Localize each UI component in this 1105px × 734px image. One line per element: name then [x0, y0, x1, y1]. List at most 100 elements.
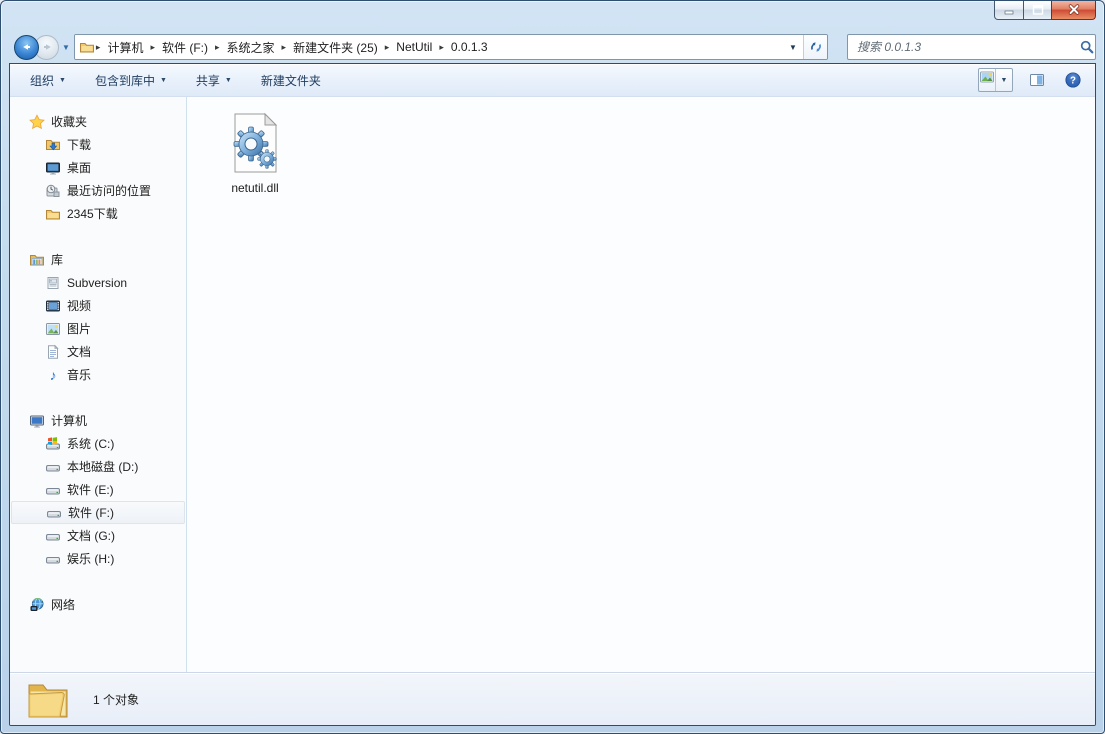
drive-icon [45, 528, 61, 544]
sidebar-item-label: 桌面 [67, 159, 91, 176]
back-button[interactable] [14, 35, 39, 60]
preview-pane-button[interactable] [1025, 69, 1049, 91]
forward-arrow-icon [39, 39, 55, 55]
breadcrumb-item[interactable]: 计算机 [101, 39, 149, 56]
sidebar-item[interactable]: 2345下载 [10, 202, 186, 225]
music-icon: ♪ [45, 367, 61, 383]
refresh-icon [808, 39, 824, 55]
maximize-icon [1030, 2, 1046, 18]
sidebar-item[interactable]: 图片 [10, 317, 186, 340]
sidebar-section-header[interactable]: 收藏夹 [10, 110, 186, 133]
content-area: 收藏夹下载桌面最近访问的位置 2345下载库 Subversion 视频图片文档♪音乐… [10, 97, 1095, 672]
sidebar-item[interactable]: 视频 [10, 294, 186, 317]
breadcrumb: ▸计算机▸软件 (F:)▸系统之家▸新建文件夹 (25)▸NetUtil▸0.0… [75, 35, 783, 59]
sidebar-item-label: 下载 [67, 136, 91, 153]
toolbar-button-label: 包含到库中 [95, 72, 155, 89]
network-icon [29, 597, 45, 613]
refresh-button[interactable] [803, 35, 827, 59]
svg-text:?: ? [1070, 76, 1076, 87]
sidebar-item[interactable]: 娱乐 (H:) [10, 547, 186, 570]
sidebar-item-label: 软件 (E:) [67, 481, 114, 498]
sidebar-section: 收藏夹下载桌面最近访问的位置 2345下载 [10, 110, 186, 225]
sidebar-item-label: 娱乐 (H:) [67, 550, 114, 567]
command-toolbar: 组织▼ 包含到库中 ▼ 共享 ▼ 新建文件夹 ▼ ? [10, 64, 1095, 97]
toolbar-button[interactable]: 共享 ▼ [186, 67, 242, 94]
sidebar-item[interactable]: 桌面 [10, 156, 186, 179]
maximize-button[interactable] [1023, 1, 1052, 20]
breadcrumb-item[interactable]: 新建文件夹 (25) [287, 39, 384, 56]
pictures-icon [45, 321, 61, 337]
sidebar-section: 库 Subversion 视频图片文档♪音乐 [10, 248, 186, 386]
sidebar-item-label: 系统 (C:) [67, 435, 114, 452]
client-area: 组织▼ 包含到库中 ▼ 共享 ▼ 新建文件夹 ▼ ? [9, 63, 1096, 726]
close-button[interactable] [1051, 1, 1096, 20]
drive-icon [45, 551, 61, 567]
window-controls [994, 1, 1096, 20]
address-bar[interactable]: ▸计算机▸软件 (F:)▸系统之家▸新建文件夹 (25)▸NetUtil▸0.0… [74, 34, 828, 60]
sidebar-item-label: 最近访问的位置 [67, 182, 151, 199]
chevron-down-icon: ▼ [160, 77, 167, 84]
sidebar-item[interactable]: Subversion [10, 271, 186, 294]
chevron-down-icon: ▼ [225, 77, 232, 84]
breadcrumb-item[interactable]: 系统之家 [221, 39, 281, 56]
sidebar-item-label: 视频 [67, 297, 91, 314]
history-dropdown-icon[interactable]: ▼ [62, 43, 70, 52]
sidebar-section: 网络 [10, 593, 186, 616]
sidebar-section-header[interactable]: 网络 [10, 593, 186, 616]
sidebar-item[interactable]: 软件 (E:) [10, 478, 186, 501]
sidebar-item-label: 2345下载 [67, 205, 118, 222]
title-bar[interactable] [1, 1, 1104, 31]
sidebar-item[interactable]: 软件 (F:) [11, 501, 185, 524]
sidebar-item[interactable]: 系统 (C:) [10, 432, 186, 455]
toolbar-right: ▼ ? [978, 68, 1085, 92]
drive-icon [46, 505, 62, 521]
views-dropdown-icon[interactable]: ▼ [995, 69, 1012, 91]
drive-icon [45, 459, 61, 475]
close-icon [1066, 2, 1082, 18]
toolbar-button-label: 共享 [196, 72, 220, 89]
computer-icon [29, 413, 45, 429]
status-bar: 1 个对象 [10, 672, 1095, 725]
sidebar-item-label: 文档 (G:) [67, 527, 115, 544]
breadcrumb-item[interactable]: NetUtil [390, 40, 438, 54]
sidebar-item[interactable]: ♪音乐 [10, 363, 186, 386]
preview-pane-icon [1029, 72, 1045, 88]
toolbar-button[interactable]: 包含到库中 ▼ [85, 67, 177, 94]
file-name: netutil.dll [231, 181, 278, 195]
sidebar-item[interactable]: 文档 (G:) [10, 524, 186, 547]
sidebar: 收藏夹下载桌面最近访问的位置 2345下载库 Subversion 视频图片文档♪音乐… [10, 97, 187, 672]
help-button[interactable]: ? [1061, 69, 1085, 91]
search-icon [1079, 39, 1095, 55]
change-view-button[interactable]: ▼ [978, 68, 1013, 92]
minimize-button[interactable] [994, 1, 1024, 20]
search-input[interactable] [848, 40, 1079, 54]
sidebar-item[interactable]: 文档 [10, 340, 186, 363]
navigation-bar: ▼ ▸计算机▸软件 (F:)▸系统之家▸新建文件夹 (25)▸NetUtil▸0… [9, 31, 1096, 63]
sidebar-item-label: 本地磁盘 (D:) [67, 458, 138, 475]
explorer-window: ▼ ▸计算机▸软件 (F:)▸系统之家▸新建文件夹 (25)▸NetUtil▸0… [0, 0, 1105, 734]
sidebar-section-label: 网络 [51, 596, 75, 613]
downloads-icon [45, 137, 61, 153]
back-arrow-icon [19, 39, 35, 55]
minimize-icon [1001, 2, 1017, 18]
recent-places-icon [45, 183, 61, 199]
toolbar-button[interactable]: 新建文件夹 [251, 67, 331, 94]
sidebar-section-header[interactable]: 计算机 [10, 409, 186, 432]
desktop-icon [45, 160, 61, 176]
file-grid[interactable]: netutil.dll [187, 97, 1095, 672]
sidebar-section-label: 库 [51, 251, 63, 268]
sidebar-item-label: Subversion [67, 276, 127, 290]
address-dropdown-icon[interactable]: ▼ [783, 35, 803, 59]
file-item[interactable]: netutil.dll [209, 111, 301, 195]
breadcrumb-item[interactable]: 软件 (F:) [156, 39, 214, 56]
breadcrumb-item[interactable]: 0.0.1.3 [445, 40, 494, 54]
dll-file-icon [223, 111, 287, 178]
sidebar-section-header[interactable]: 库 [10, 248, 186, 271]
sidebar-item[interactable]: 最近访问的位置 [10, 179, 186, 202]
sidebar-item[interactable]: 本地磁盘 (D:) [10, 455, 186, 478]
sidebar-item[interactable]: 下载 [10, 133, 186, 156]
toolbar-button[interactable]: 组织▼ [20, 67, 76, 94]
favorites-star-icon [29, 114, 45, 130]
libraries-icon [29, 252, 45, 268]
big-folder-icon [25, 677, 73, 721]
